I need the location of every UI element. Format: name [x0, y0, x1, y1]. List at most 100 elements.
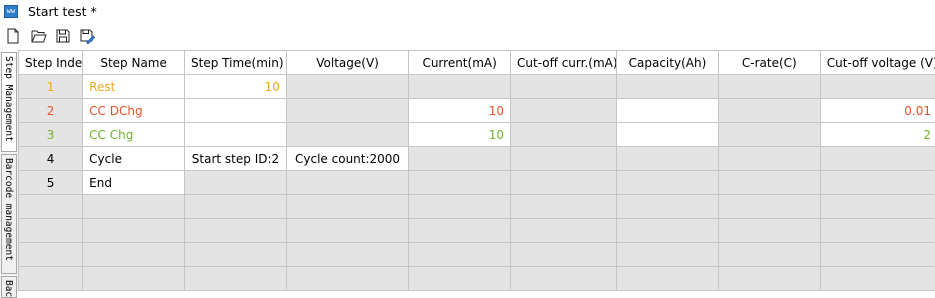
cell-step-name[interactable]: End [83, 171, 185, 195]
cell-c-rate[interactable] [718, 147, 820, 171]
empty-cell[interactable] [617, 195, 719, 219]
cell-cutoff-current[interactable] [511, 171, 617, 195]
cell-voltage[interactable] [286, 75, 408, 99]
empty-cell[interactable] [617, 267, 719, 291]
cell-step-index[interactable]: 2 [19, 99, 83, 123]
empty-cell[interactable] [286, 219, 408, 243]
cell-cutoff-voltage[interactable]: 2 [820, 123, 935, 147]
table-row[interactable]: 4 Cycle Start step ID:2 Cycle count:2000 [19, 147, 935, 171]
cell-cutoff-current[interactable] [511, 99, 617, 123]
cell-capacity[interactable] [617, 171, 719, 195]
cell-c-rate[interactable] [718, 123, 820, 147]
empty-cell[interactable] [185, 195, 287, 219]
empty-cell[interactable] [83, 267, 185, 291]
cell-voltage[interactable]: Cycle count:2000 [286, 147, 408, 171]
new-file-button[interactable] [3, 26, 23, 46]
cell-step-time[interactable] [185, 171, 287, 195]
empty-cell[interactable] [409, 195, 511, 219]
empty-cell[interactable] [83, 243, 185, 267]
col-header-current[interactable]: Current(mA) [409, 51, 511, 75]
cell-capacity[interactable] [617, 99, 719, 123]
empty-cell[interactable] [19, 267, 83, 291]
empty-cell[interactable] [718, 219, 820, 243]
open-folder-button[interactable] [29, 26, 49, 46]
cell-voltage[interactable] [286, 99, 408, 123]
cell-cutoff-current[interactable] [511, 147, 617, 171]
table-row[interactable]: 1 Rest 10 [19, 75, 935, 99]
col-header-c-rate[interactable]: C-rate(C) [718, 51, 820, 75]
empty-cell[interactable] [820, 195, 935, 219]
cell-step-time[interactable]: Start step ID:2 [185, 147, 287, 171]
empty-cell[interactable] [19, 243, 83, 267]
cell-step-name[interactable]: CC DChg [83, 99, 185, 123]
cell-cutoff-voltage[interactable] [820, 171, 935, 195]
empty-row[interactable] [19, 267, 935, 291]
cell-current[interactable] [409, 171, 511, 195]
empty-cell[interactable] [820, 219, 935, 243]
cell-step-index[interactable]: 1 [19, 75, 83, 99]
cell-step-time[interactable]: 10 [185, 75, 287, 99]
cell-step-name[interactable]: CC Chg [83, 123, 185, 147]
empty-cell[interactable] [511, 243, 617, 267]
empty-cell[interactable] [286, 267, 408, 291]
table-row[interactable]: 5 End [19, 171, 935, 195]
tab-barcode-management[interactable]: Barcode management [1, 154, 17, 274]
cell-capacity[interactable] [617, 123, 719, 147]
cell-step-name[interactable]: Cycle [83, 147, 185, 171]
col-header-step-time[interactable]: Step Time(min) [185, 51, 287, 75]
cell-c-rate[interactable] [718, 171, 820, 195]
empty-cell[interactable] [185, 219, 287, 243]
cell-voltage[interactable] [286, 123, 408, 147]
empty-row[interactable] [19, 243, 935, 267]
cell-capacity[interactable] [617, 75, 719, 99]
cell-current[interactable] [409, 147, 511, 171]
empty-cell[interactable] [511, 195, 617, 219]
cell-cutoff-current[interactable] [511, 123, 617, 147]
empty-cell[interactable] [617, 219, 719, 243]
empty-cell[interactable] [19, 219, 83, 243]
cell-step-index[interactable]: 3 [19, 123, 83, 147]
empty-cell[interactable] [820, 267, 935, 291]
empty-cell[interactable] [286, 243, 408, 267]
empty-row[interactable] [19, 195, 935, 219]
col-header-capacity[interactable]: Capacity(Ah) [617, 51, 719, 75]
col-header-voltage[interactable]: Voltage(V) [286, 51, 408, 75]
table-row[interactable]: 2 CC DChg 10 0.01 [19, 99, 935, 123]
empty-cell[interactable] [718, 195, 820, 219]
table-row[interactable]: 3 CC Chg 10 2 [19, 123, 935, 147]
empty-cell[interactable] [185, 267, 287, 291]
col-header-cutoff-current[interactable]: Cut-off curr.(mA) [511, 51, 617, 75]
empty-cell[interactable] [185, 243, 287, 267]
empty-cell[interactable] [718, 243, 820, 267]
cell-current[interactable] [409, 75, 511, 99]
cell-capacity[interactable] [617, 147, 719, 171]
cell-current[interactable]: 10 [409, 99, 511, 123]
cell-step-index[interactable]: 5 [19, 171, 83, 195]
empty-cell[interactable] [820, 243, 935, 267]
cell-step-time[interactable] [185, 123, 287, 147]
cell-step-time[interactable] [185, 99, 287, 123]
save-as-button[interactable] [77, 26, 97, 46]
empty-cell[interactable] [19, 195, 83, 219]
empty-cell[interactable] [83, 219, 185, 243]
cell-cutoff-voltage[interactable] [820, 147, 935, 171]
empty-cell[interactable] [511, 219, 617, 243]
empty-cell[interactable] [83, 195, 185, 219]
cell-cutoff-voltage[interactable]: 0.01 [820, 99, 935, 123]
empty-cell[interactable] [718, 267, 820, 291]
cell-cutoff-voltage[interactable] [820, 75, 935, 99]
cell-voltage[interactable] [286, 171, 408, 195]
col-header-step-index[interactable]: Step Index [19, 51, 83, 75]
tab-step-management[interactable]: Step Management [1, 52, 17, 152]
empty-cell[interactable] [409, 243, 511, 267]
empty-cell[interactable] [409, 267, 511, 291]
cell-step-name[interactable]: Rest [83, 75, 185, 99]
cell-cutoff-current[interactable] [511, 75, 617, 99]
save-button[interactable] [53, 26, 73, 46]
cell-c-rate[interactable] [718, 99, 820, 123]
cell-c-rate[interactable] [718, 75, 820, 99]
empty-cell[interactable] [511, 267, 617, 291]
empty-cell[interactable] [286, 195, 408, 219]
empty-cell[interactable] [409, 219, 511, 243]
col-header-step-name[interactable]: Step Name [83, 51, 185, 75]
